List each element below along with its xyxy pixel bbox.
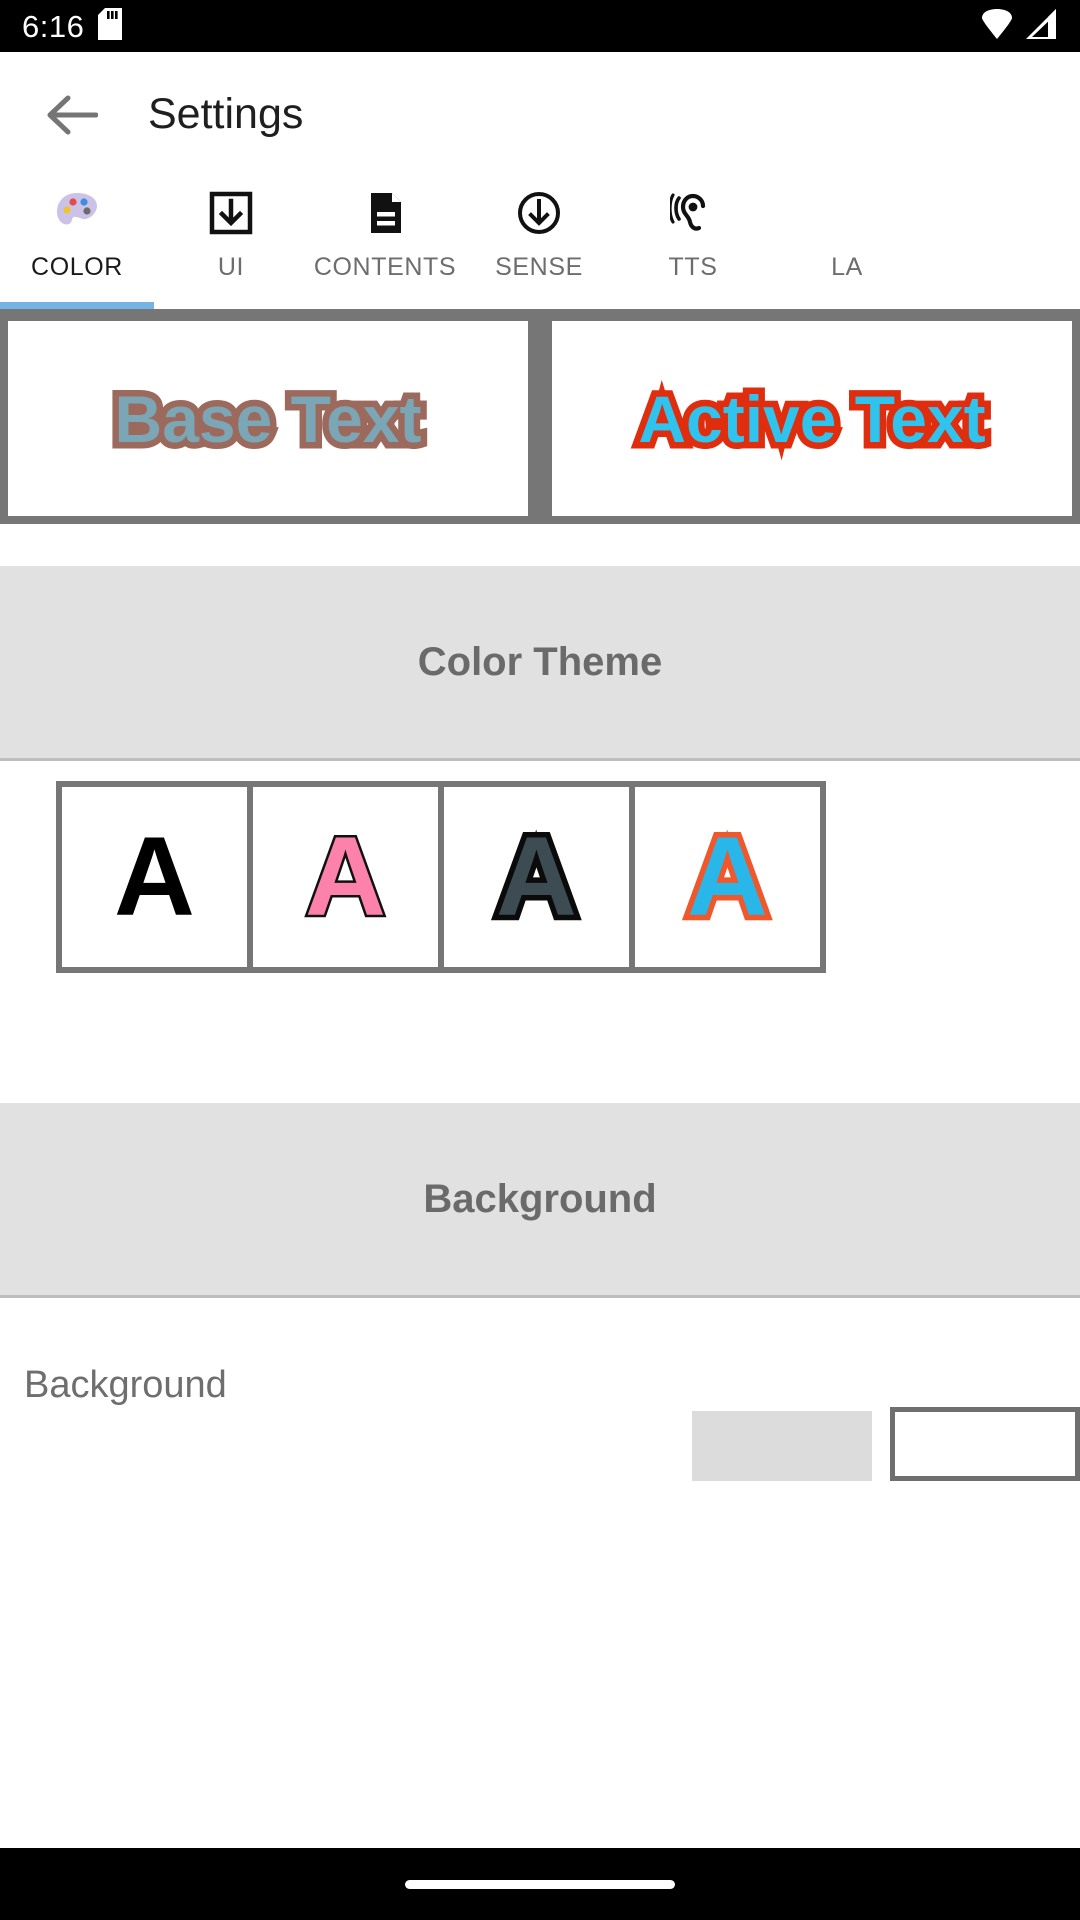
theme-swatch-default[interactable]: A [62, 787, 247, 967]
tab-sense[interactable]: SENSE [462, 177, 616, 309]
circle-arrow-down-icon [516, 187, 562, 239]
hearing-ear-icon [670, 187, 716, 239]
status-bar: 6:16 [0, 0, 1080, 52]
background-swatch-white[interactable] [890, 1407, 1080, 1481]
tab-bar: COLOR UI CONTENTS SENSE TTS LA [0, 177, 1080, 309]
active-text-sample: Active Text [632, 375, 992, 462]
theme-glyph: A [682, 814, 774, 939]
app-bar: Settings [0, 52, 1080, 177]
text-preview-row: Base Text Active Text [0, 309, 1080, 524]
background-section-header: Background [0, 1103, 1080, 1295]
tab-label-ui: UI [217, 253, 245, 281]
home-gesture-pill[interactable] [405, 1879, 675, 1889]
page-title: Settings [148, 90, 304, 138]
active-text-preview[interactable]: Active Text [552, 321, 1072, 516]
sd-card-icon [98, 7, 123, 45]
tab-color[interactable]: COLOR [0, 177, 154, 309]
base-text-preview[interactable]: Base Text [8, 321, 528, 516]
back-arrow-icon [47, 95, 98, 134]
settings-screen: 6:16 Settings COLOR UI CONTENTS SENSE TT… [0, 0, 1080, 1920]
theme-glyph: A [114, 814, 195, 939]
spacer-after-themes [0, 973, 1080, 1103]
wifi-icon [980, 8, 1014, 44]
base-text-sample: Base Text [108, 375, 428, 462]
system-nav-bar [0, 1848, 1080, 1920]
tab-label-sense: SENSE [495, 253, 583, 281]
color-theme-section-header: Color Theme [0, 566, 1080, 758]
tab-active-indicator [0, 302, 154, 309]
tab-list: COLOR UI CONTENTS SENSE TTS LA [0, 177, 1080, 309]
tab-label-tts: TTS [668, 253, 718, 281]
palette-icon [54, 187, 100, 239]
background-row-controls [692, 1407, 1080, 1481]
cellular-signal-icon [1026, 8, 1058, 44]
background-swatch-grey[interactable] [692, 1411, 872, 1481]
theme-glyph: A [491, 814, 583, 939]
status-bar-right [980, 8, 1058, 44]
tab-label-contents: CONTENTS [313, 253, 457, 281]
spacer-after-preview [0, 524, 1080, 566]
color-theme-header-label: Color Theme [417, 639, 663, 684]
status-bar-clock: 6:16 [22, 8, 85, 44]
theme-swatch-cyan[interactable]: A [635, 787, 820, 967]
status-bar-left: 6:16 [22, 7, 123, 45]
tab-language[interactable]: LA [770, 177, 924, 309]
download-box-icon [208, 187, 254, 239]
back-button[interactable] [42, 85, 102, 145]
color-theme-swatch-area: A A A A [0, 761, 1080, 973]
theme-swatch-pink[interactable]: A [253, 787, 438, 967]
tab-label-language: LA [831, 253, 863, 281]
tab-contents[interactable]: CONTENTS [308, 177, 462, 309]
background-header-label: Background [423, 1176, 657, 1221]
document-icon [362, 187, 408, 239]
color-theme-swatch-strip: A A A A [56, 781, 826, 973]
theme-glyph: A [303, 814, 389, 939]
theme-swatch-slate[interactable]: A [444, 787, 629, 967]
background-row-label: Background [24, 1364, 227, 1406]
tab-tts[interactable]: TTS [616, 177, 770, 309]
background-row[interactable]: Background [0, 1298, 1080, 1481]
tab-label-color: COLOR [31, 253, 123, 281]
tab-ui[interactable]: UI [154, 177, 308, 309]
